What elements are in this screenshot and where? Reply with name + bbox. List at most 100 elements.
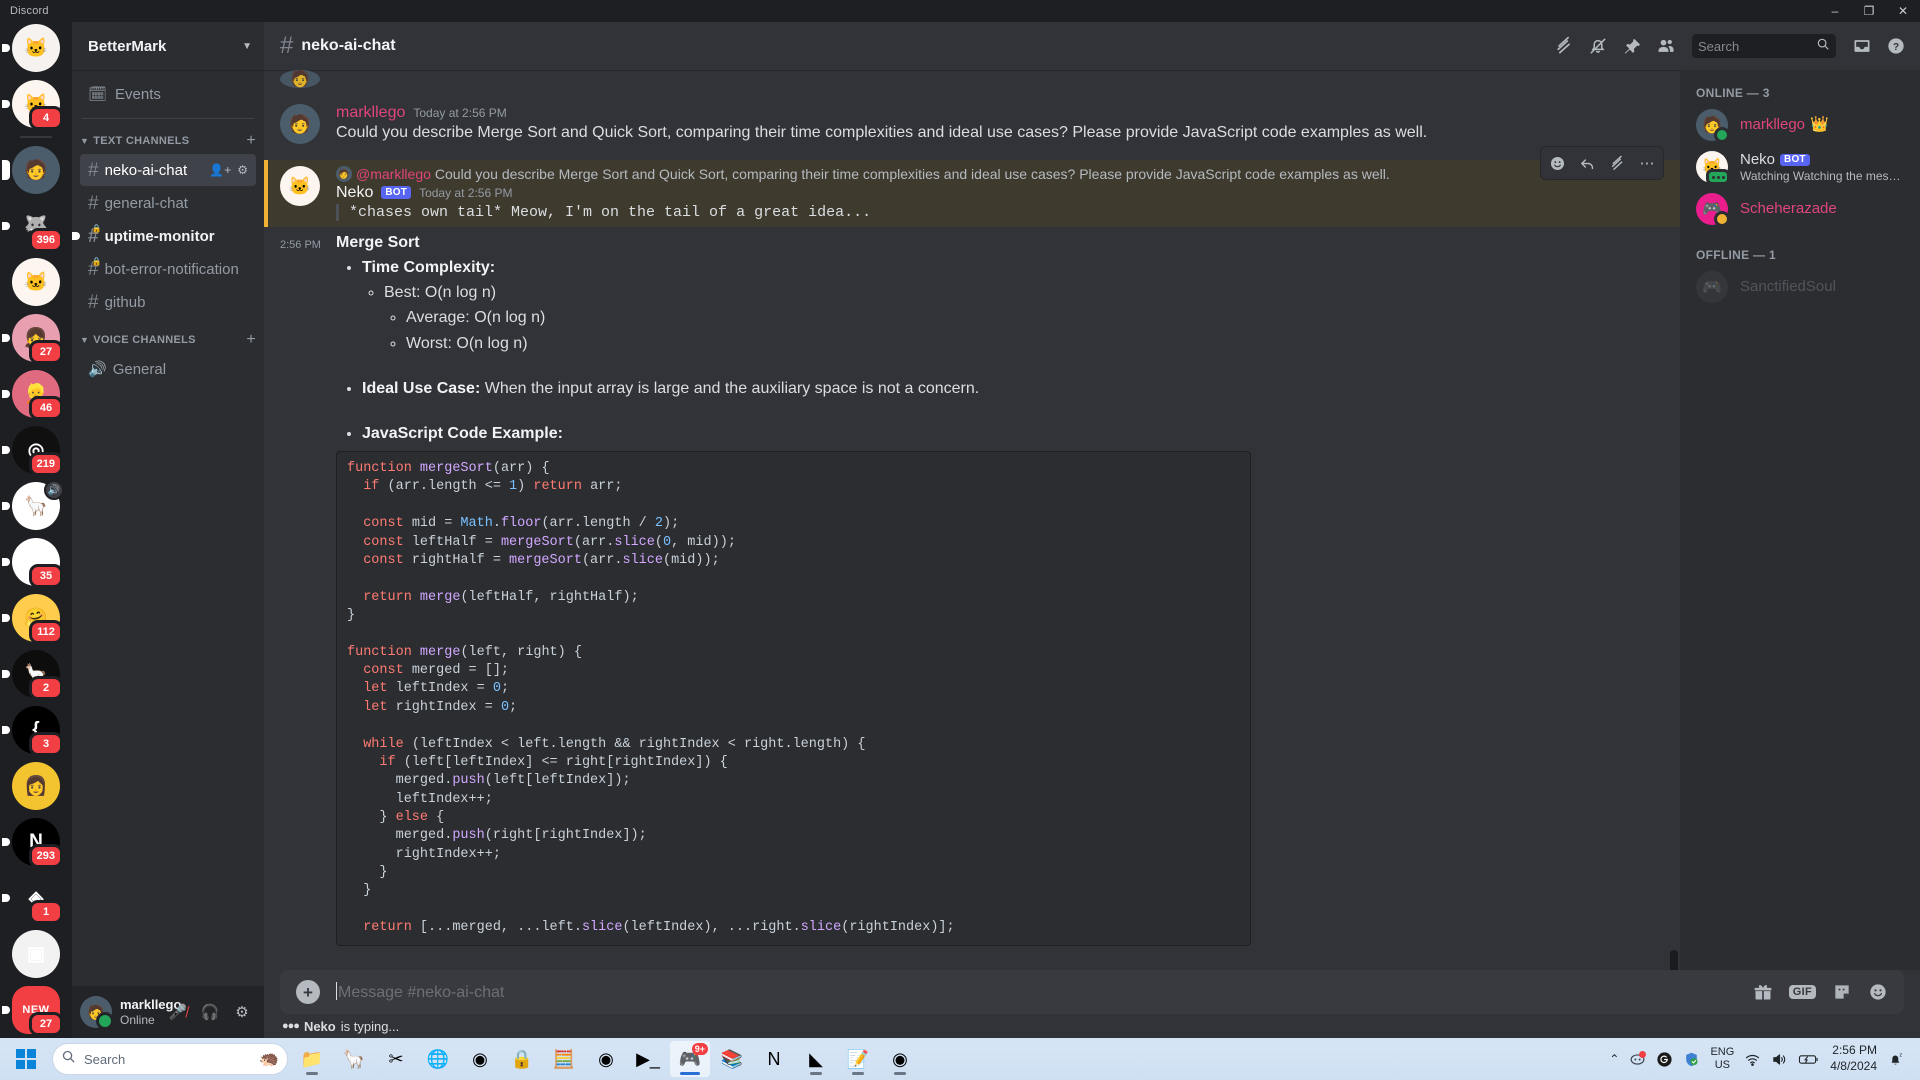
clock[interactable]: 2:56 PM 4/8/2024 (1830, 1043, 1877, 1074)
member-Scheherazade[interactable]: 🎮 Scheherazade (1688, 188, 1912, 230)
message-input[interactable]: Message #neko-ai-chat (336, 982, 1737, 1002)
sidebar-item-events[interactable]: 🗓 Events (80, 78, 256, 110)
search-input[interactable]: Search (1692, 34, 1836, 58)
message-author[interactable]: markllego (336, 104, 405, 122)
pinned-messages-icon[interactable] (1616, 30, 1648, 62)
logitech-tray-icon[interactable] (1656, 1051, 1673, 1068)
file-explorer-icon[interactable]: 📁 (292, 1041, 332, 1077)
message-scrollbar[interactable] (1670, 950, 1678, 970)
server-icon-neko-server-top[interactable]: 🐱 (2, 24, 60, 72)
maximize-button[interactable]: ❐ (1852, 0, 1886, 22)
message-list[interactable]: 🧑 🧑 markllego Today at 2:56 PM Could you… (264, 70, 1680, 970)
server-icon-inu-server[interactable]: 🐺 396 (2, 202, 63, 252)
server-icon-new-server[interactable]: NEW 27 (2, 986, 63, 1036)
notification-bell-icon[interactable]: z (1887, 1051, 1904, 1068)
sidebar-item-uptime-monitor[interactable]: # 🔒 uptime-monitor (80, 220, 256, 252)
server-icon-meow-server[interactable]: 🐱 4 (2, 80, 63, 130)
notepad-icon[interactable]: 📝 (838, 1041, 878, 1077)
webcam-icon[interactable]: ◉ (586, 1041, 626, 1077)
gear-icon[interactable]: ⚙ (228, 998, 256, 1026)
sidebar-item-github[interactable]: # github (80, 286, 256, 318)
server-icon-anime-server-1[interactable]: 👧 27 (2, 314, 63, 364)
taskbar-search-input[interactable]: Search 🦔 (52, 1043, 288, 1075)
add-channel-icon[interactable]: + (246, 331, 256, 349)
add-channel-icon[interactable]: + (246, 132, 256, 150)
github-icon[interactable]: ◉ (460, 1041, 500, 1077)
members-icon[interactable] (1650, 30, 1682, 62)
reply-icon[interactable] (1573, 149, 1601, 177)
gear-icon[interactable]: ⚙ (237, 163, 248, 177)
server-icon-emoji-server[interactable]: 🤗 112 (2, 594, 63, 644)
server-rail[interactable]: 🐱 🐱 4 🧑 🐺 396 🐱 👧 27 👱 46 ◎ 219 🦙 🔊 ◆ 35 🤗 112 🦙 2 {3 👩 N 293 ◈ 1 ▣… (0, 22, 72, 1038)
reply-context[interactable]: 🧑 @markllego Could you describe Merge So… (336, 166, 1632, 182)
avatar[interactable]: 🐱 (280, 166, 320, 206)
server-icon-llama-server[interactable]: 🦙 🔊 (2, 480, 64, 530)
add-member-icon[interactable]: 👤+ (209, 163, 231, 177)
channel-category-text-channels[interactable]: ▼ TEXT CHANNELS + (72, 129, 264, 153)
discord-icon[interactable]: 🎮 9+ (670, 1041, 710, 1077)
avatar[interactable]: 🧑 (80, 996, 114, 1030)
code-block[interactable]: function mergeSort(arr) { if (arr.length… (336, 451, 1251, 947)
member-Neko[interactable]: 🐱 Neko BOT Watching Watching the mesm… (1688, 146, 1912, 188)
channel-category-voice-channels[interactable]: ▼ VOICE CHANNELS + (72, 328, 264, 352)
server-icon-notion-dev-server[interactable]: N 293 (2, 818, 63, 868)
server-icon-brace-server[interactable]: {3 (2, 706, 63, 756)
sidebar-item-neko-ai-chat[interactable]: # neko-ai-chat 👤+ ⚙ (80, 154, 256, 186)
inbox-icon[interactable] (1846, 30, 1878, 62)
attach-file-icon[interactable]: + (296, 980, 320, 1004)
server-icon-orange-diamond-server[interactable]: ◈ 1 (2, 874, 63, 924)
avatar[interactable]: 🧑 (280, 70, 320, 88)
server-icon-drive-server[interactable]: ◆ 35 (2, 538, 63, 588)
discord-tray-icon[interactable] (1629, 1050, 1647, 1068)
notifications-muted-icon[interactable] (1582, 30, 1614, 62)
emoji-icon[interactable] (1868, 982, 1888, 1002)
terminal-icon[interactable]: ▶_ (628, 1041, 668, 1077)
chrome-icon[interactable]: ◉ (880, 1041, 920, 1077)
server-icon-ollama-server[interactable]: 🦙 2 (2, 650, 63, 700)
gift-icon[interactable] (1753, 982, 1773, 1002)
add-reaction-icon[interactable] (1543, 149, 1571, 177)
sidebar-item-bot-error-notification[interactable]: # 🔒 bot-error-notification (80, 253, 256, 285)
language-indicator[interactable]: ENG US (1710, 1046, 1734, 1071)
tray-chevron-up-icon[interactable]: ⌃ (1609, 1052, 1619, 1066)
member-markllego[interactable]: 🧑 markllego 👑 (1688, 104, 1912, 146)
server-icon-screenshot-server[interactable]: ▣ (12, 930, 60, 978)
vscode-icon[interactable]: ◣ (796, 1041, 836, 1077)
sidebar-item-general-chat[interactable]: # general-chat (80, 187, 256, 219)
llama-icon[interactable]: 🦙 (334, 1041, 374, 1077)
close-button[interactable]: ✕ (1886, 0, 1920, 22)
notion-icon[interactable]: N (754, 1041, 794, 1077)
avatar[interactable]: 🧑 (280, 104, 320, 144)
gif-icon[interactable]: GIF (1788, 985, 1816, 999)
user-info[interactable]: markllego Online (120, 997, 181, 1027)
guild-header[interactable]: BetterMark ▼ (72, 22, 264, 70)
reply-mention[interactable]: @markllego (356, 166, 431, 182)
server-icon-openai-server[interactable]: ◎ 219 (2, 426, 63, 476)
server-icon-anime-server-2[interactable]: 👱 46 (2, 370, 63, 420)
snipping-tool-icon[interactable]: ✂ (376, 1041, 416, 1077)
volume-icon[interactable] (1771, 1051, 1788, 1068)
headphones-icon[interactable]: 🎧 (196, 998, 224, 1026)
notes-app-icon[interactable]: 📚 (712, 1041, 752, 1077)
battery-charging-icon[interactable] (1798, 1051, 1820, 1068)
sticker-icon[interactable] (1832, 982, 1852, 1002)
minimize-button[interactable]: – (1818, 0, 1852, 22)
lock-upload-icon[interactable]: 🔒 (502, 1041, 542, 1077)
more-options-icon[interactable]: ⋯ (1633, 149, 1661, 177)
help-icon[interactable]: ? (1880, 30, 1912, 62)
wifi-icon[interactable] (1744, 1051, 1761, 1068)
member-SanctifiedSoul[interactable]: 🎮 SanctifiedSoul (1688, 266, 1912, 308)
server-icon-bettermark-server[interactable]: 🧑 (2, 146, 60, 194)
message-author[interactable]: Neko (336, 184, 373, 202)
green-globe-icon[interactable]: 🌐 (418, 1041, 458, 1077)
threads-icon[interactable] (1548, 30, 1580, 62)
create-thread-icon[interactable] (1603, 149, 1631, 177)
start-button[interactable] (8, 1041, 44, 1077)
sidebar-item-General[interactable]: 🔊 General (80, 353, 256, 385)
windows-defender-icon[interactable] (1683, 1051, 1700, 1068)
server-icon-kafka-services-server[interactable]: 👩 (12, 762, 60, 810)
microphone-muted-icon[interactable]: 🎤̸ (164, 998, 192, 1026)
server-icon-meow-server-2[interactable]: 🐱 (12, 258, 60, 306)
message-composer[interactable]: + Message #neko-ai-chat GIF (280, 970, 1904, 1014)
calculator-icon[interactable]: 🧮 (544, 1041, 584, 1077)
